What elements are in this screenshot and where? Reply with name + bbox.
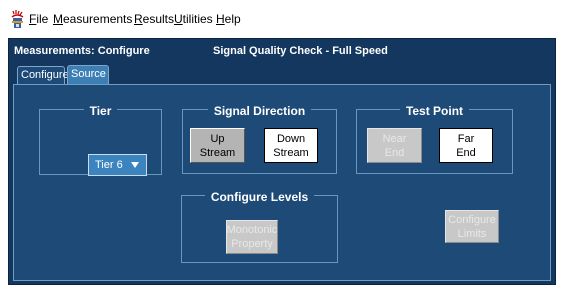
configure-levels-title: Configure Levels: [204, 190, 315, 204]
configure-levels-group: Configure Levels Monotonic Property: [181, 190, 338, 263]
tier-dropdown-value: Tier 6: [95, 159, 123, 171]
menu-measurements[interactable]: Measurements: [53, 12, 132, 26]
tier-dropdown[interactable]: Tier 6: [88, 154, 147, 176]
menu-utilities[interactable]: Utilities: [174, 12, 213, 26]
tier-group: Tier Tier 6: [39, 104, 162, 176]
down-stream-label-line2: Stream: [273, 146, 309, 159]
menu-help[interactable]: Help: [216, 12, 241, 26]
far-end-label-line1: Far: [457, 132, 475, 145]
monotonic-label-line2: Property: [231, 238, 273, 250]
down-stream-button[interactable]: Down Stream: [264, 128, 318, 163]
panel-title: Measurements: Configure: [14, 45, 150, 57]
far-end-label-line2: End: [456, 146, 476, 159]
monotonic-label-line1: Monotonic: [226, 224, 278, 236]
down-stream-label-line1: Down: [276, 132, 306, 145]
tier-group-title: Tier: [83, 104, 118, 118]
configure-limits-label-line2: Limits: [457, 227, 487, 240]
tab-configure[interactable]: Configure: [17, 66, 69, 84]
menu-results[interactable]: Results: [134, 12, 174, 26]
panel-subtitle: Signal Quality Check - Full Speed: [213, 45, 388, 57]
measurements-configure-panel: Measurements: Configure Signal Quality C…: [8, 38, 556, 285]
up-stream-button[interactable]: Up Stream: [190, 128, 245, 163]
chevron-down-icon: [131, 162, 139, 168]
up-stream-label-line1: Up: [210, 132, 225, 145]
configure-limits-button[interactable]: Configure Limits: [445, 210, 499, 243]
far-end-button[interactable]: Far End: [439, 128, 493, 163]
test-point-title: Test Point: [399, 104, 470, 118]
signal-direction-group: Signal Direction Up Stream Down Stream: [182, 104, 337, 174]
menu-bar: File Measurements Results Utilities Help: [0, 0, 561, 34]
menu-file[interactable]: File: [29, 12, 48, 26]
near-end-label-line2: End: [384, 146, 405, 159]
configure-limits-label-line1: Configure: [448, 213, 496, 226]
up-stream-label-line2: Stream: [199, 146, 236, 159]
tab-source[interactable]: Source: [67, 65, 109, 84]
near-end-button[interactable]: Near End: [367, 128, 422, 163]
near-end-label-line1: Near: [382, 132, 407, 145]
tab-content: Tier Tier 6 Signal Direction Up Stream D…: [13, 84, 551, 281]
test-point-group: Test Point Near End Far End: [356, 104, 513, 174]
signal-direction-title: Signal Direction: [207, 104, 312, 118]
app-icon: [11, 10, 24, 28]
monotonic-property-button[interactable]: Monotonic Property: [226, 220, 278, 254]
